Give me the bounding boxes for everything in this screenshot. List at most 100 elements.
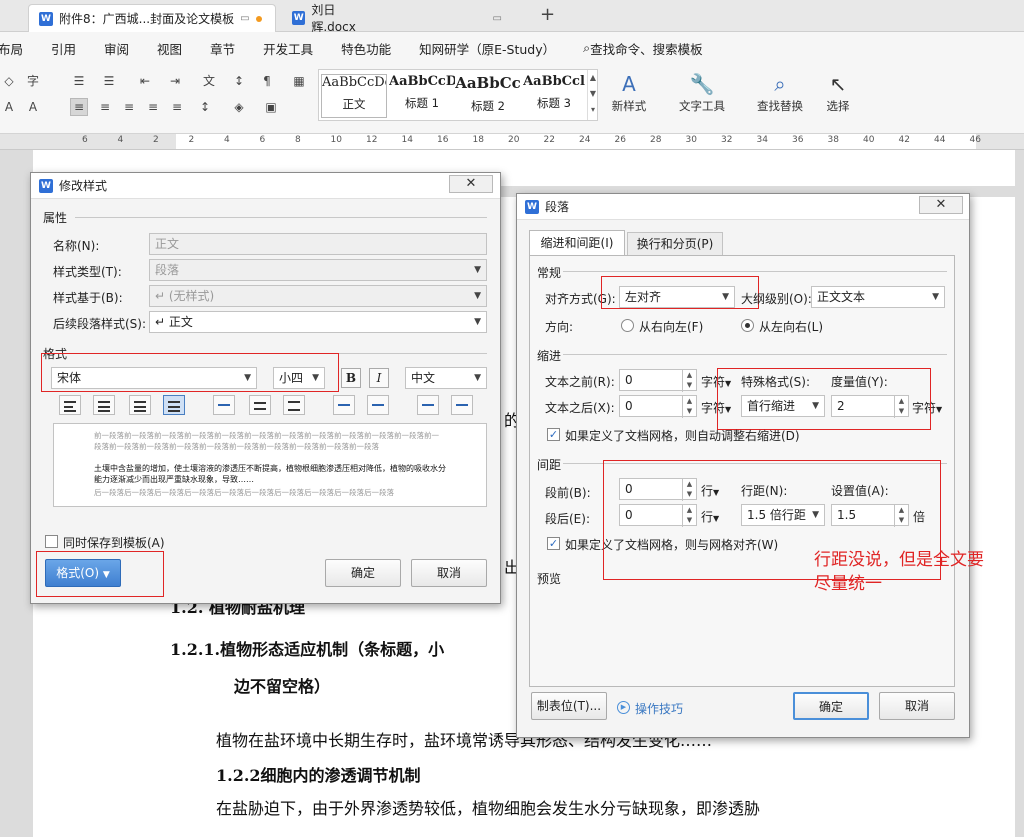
horizontal-ruler[interactable]: 6 4 2 2 4 6 8 10 12 14 16 18 20 22 24 26 28 30 32 34 36 38 40 4…	[0, 134, 1024, 150]
single-spacing-button[interactable]	[213, 395, 235, 415]
dialog-titlebar: W 段落	[517, 194, 969, 220]
based-on-select[interactable]: ↵ (无样式) ▼	[149, 285, 487, 307]
menu-item-view[interactable]: 视图	[157, 39, 182, 58]
document-tab[interactable]: W 刘日辉.docx ▭	[282, 3, 512, 34]
style-name: 标题 2	[471, 99, 505, 113]
sort-icon[interactable]: ↕	[230, 72, 248, 90]
double-spacing-button[interactable]	[283, 395, 305, 415]
save-to-template-checkbox[interactable]	[45, 535, 58, 548]
text-tools-button[interactable]: 🔧 文字工具	[672, 70, 732, 114]
tabs-button[interactable]: 制表位(T)...	[531, 692, 607, 720]
menu-item-cnki[interactable]: 知网研学（原E-Study）	[419, 39, 555, 58]
style-name: 标题 1	[405, 96, 439, 110]
ruler-tick-label: 14	[401, 135, 413, 145]
align-left-icon[interactable]: ≡	[70, 98, 88, 116]
menu-item-review[interactable]: 审阅	[104, 39, 129, 58]
snap-to-grid-checkbox[interactable]: ✓	[547, 537, 560, 550]
wps-logo-icon: W	[525, 199, 539, 214]
menu-item-chapter[interactable]: 章节	[210, 39, 235, 58]
cancel-button[interactable]: 取消	[879, 692, 955, 720]
command-search[interactable]: 查找命令、搜索模板	[590, 39, 703, 58]
new-style-button[interactable]: A 新样式	[604, 70, 654, 114]
one-half-spacing-button[interactable]	[249, 395, 271, 415]
paragraph-dialog: W 段落 ✕ 缩进和间距(I) 换行和分页(P) 常规 对齐方式(G): 左对齐…	[516, 193, 970, 738]
outline-level-select[interactable]: 正文文本 ▼	[811, 286, 945, 308]
borders-icon[interactable]: ▣	[262, 98, 280, 116]
align-right-icon[interactable]: ≡	[120, 98, 138, 116]
indent-icon[interactable]: ⇥	[166, 72, 184, 90]
spacing-decrease-button[interactable]	[367, 395, 389, 415]
before-text-input[interactable]: 0 ▲ ▼	[619, 369, 697, 392]
chevron-down-icon: ▼	[932, 292, 939, 302]
ltr-radio[interactable]	[741, 319, 754, 332]
find-replace-button[interactable]: ⌕ 查找替换	[750, 70, 810, 114]
italic-button[interactable]: I	[369, 368, 389, 388]
char-shading-icon[interactable]: A	[24, 98, 42, 116]
menu-item-features[interactable]: 特色功能	[341, 39, 391, 58]
justify-button[interactable]	[163, 395, 185, 415]
gallery-scroll[interactable]: ▲ ▼ ▾	[587, 70, 598, 120]
ruler-tick-label: 38	[827, 135, 839, 145]
language-select[interactable]: 中文 ▼	[405, 367, 487, 389]
ok-button[interactable]: 确定	[325, 559, 401, 587]
font-color-icon[interactable]: A	[0, 98, 18, 116]
spinner[interactable]: ▲ ▼	[682, 396, 696, 418]
align-center-button[interactable]	[93, 395, 115, 415]
tab-indent-spacing[interactable]: 缩进和间距(I)	[529, 230, 625, 256]
indent-decrease-button[interactable]	[417, 395, 439, 415]
type-label: 样式类型(T):	[53, 265, 122, 279]
ruler-tick-label: 16	[437, 135, 449, 145]
next-style-select[interactable]: ↵ 正文 ▼	[149, 311, 487, 333]
after-text-input[interactable]: 0 ▲ ▼	[619, 395, 697, 418]
ruler-tick-label: 4	[117, 135, 124, 145]
align-right-button[interactable]	[129, 395, 151, 415]
shading-icon[interactable]: ◈	[230, 98, 248, 116]
bold-button[interactable]: B	[341, 368, 361, 388]
annotation-box	[601, 276, 759, 309]
document-tab-active[interactable]: W 附件8：广西城...封面及论文模板 ▭	[28, 4, 276, 32]
table-icon[interactable]: ▦	[290, 72, 308, 90]
based-on-value: ↵ (无样式)	[155, 289, 215, 303]
tab-line-page-breaks[interactable]: 换行和分页(P)	[627, 232, 723, 256]
cancel-button[interactable]: 取消	[411, 559, 487, 587]
auto-right-indent-checkbox[interactable]: ✓	[547, 428, 560, 441]
spinner[interactable]: ▲ ▼	[682, 370, 696, 392]
close-icon[interactable]: ✕	[449, 175, 493, 193]
spacing-increase-button[interactable]	[333, 395, 355, 415]
justify-icon[interactable]: ≡	[144, 98, 162, 116]
menu-item-layout[interactable]: 布局	[0, 39, 23, 58]
style-heading1[interactable]: AaBbCcD 标题 1	[389, 74, 455, 118]
rtl-radio[interactable]	[621, 319, 634, 332]
direction-label: 方向:	[545, 320, 574, 334]
chevron-down-icon: ▼	[474, 373, 481, 383]
tab-screen-icon[interactable]: ▭	[240, 13, 249, 24]
bullet-list-icon[interactable]: ☰	[70, 72, 88, 90]
menu-item-developer[interactable]: 开发工具	[263, 39, 313, 58]
annotation-box	[717, 368, 931, 430]
ruler-tick-label: 2	[153, 135, 159, 145]
show-marks-icon[interactable]: ¶	[258, 72, 276, 90]
number-list-icon[interactable]: ☰	[100, 72, 118, 90]
eraser-icon[interactable]: ◇	[0, 72, 18, 90]
menu-item-references[interactable]: 引用	[51, 39, 76, 58]
style-heading3[interactable]: AaBbCcl 标题 3	[521, 74, 587, 118]
indent-increase-button[interactable]	[451, 395, 473, 415]
style-name-field[interactable]: 正文	[149, 233, 487, 255]
distribute-icon[interactable]: ≡	[168, 98, 186, 116]
ok-button[interactable]: 确定	[793, 692, 869, 720]
space-before-label: 段前(B):	[545, 486, 591, 500]
select-button[interactable]: ↖ 选择	[818, 70, 858, 114]
style-normal[interactable]: AaBbCcDd 正文	[321, 74, 387, 118]
chinese-layout-icon[interactable]: 文	[200, 72, 218, 90]
line-spacing-icon[interactable]: ↕	[196, 98, 214, 116]
outdent-icon[interactable]: ⇤	[136, 72, 154, 90]
close-icon[interactable]: ✕	[919, 196, 963, 214]
tab-screen-icon[interactable]: ▭	[493, 13, 502, 24]
style-type-select[interactable]: 段落 ▼	[149, 259, 487, 281]
align-left-button[interactable]	[59, 395, 81, 415]
align-center-icon[interactable]: ≡	[96, 98, 114, 116]
tips-link[interactable]: 操作技巧	[635, 700, 683, 717]
phonetic-icon[interactable]: 字	[24, 72, 42, 90]
new-tab-button[interactable]: +	[540, 4, 555, 25]
style-heading2[interactable]: AaBbCc 标题 2	[455, 74, 521, 118]
